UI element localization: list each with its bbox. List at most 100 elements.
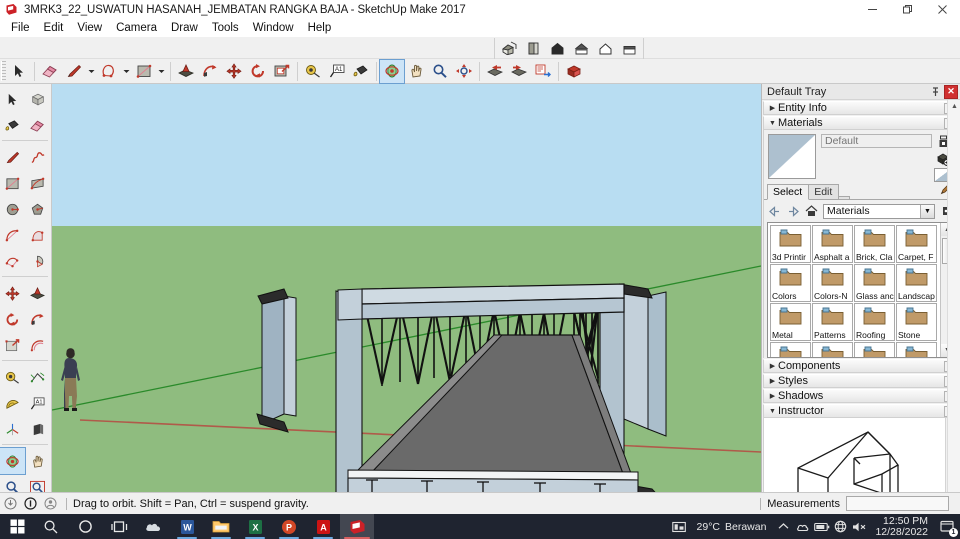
minimize-button[interactable]	[855, 0, 890, 19]
panel-components[interactable]: ▶ Components ✕	[763, 359, 959, 373]
material-folder-item[interactable]: Brick, Cla	[854, 225, 895, 263]
panel-shadows[interactable]: ▶ Shadows ✕	[763, 389, 959, 403]
chevron-down-icon[interactable]: ▼	[920, 204, 934, 218]
orbit-tool-icon[interactable]	[379, 58, 405, 84]
material-folder-item[interactable]: Asphalt a	[812, 225, 853, 263]
pin-icon[interactable]	[928, 85, 942, 99]
arc-tool-dropdown-icon[interactable]	[121, 60, 132, 83]
file-explorer-icon[interactable]	[204, 514, 238, 539]
rotate-tool-icon[interactable]	[246, 60, 270, 83]
left-view-icon[interactable]	[617, 39, 641, 59]
top-view-icon[interactable]	[521, 39, 545, 59]
zoom-tool-icon[interactable]	[428, 60, 452, 83]
geo-location-icon[interactable]	[0, 494, 20, 514]
move-tool-icon[interactable]	[222, 60, 246, 83]
back-arrow-icon[interactable]	[767, 203, 783, 219]
start-button-icon[interactable]	[0, 514, 34, 539]
line-tool-dropdown-icon[interactable]	[86, 60, 97, 83]
weather-widget[interactable]: 29°C Berawan	[689, 521, 775, 533]
material-folder-item[interactable]: Water	[854, 342, 895, 357]
menu-file[interactable]: File	[4, 21, 37, 35]
paint-bucket-tool-icon[interactable]	[0, 112, 25, 138]
move-tool-icon[interactable]	[0, 280, 25, 306]
offset-tool-icon[interactable]	[25, 332, 50, 358]
scale-tool-icon[interactable]	[0, 332, 25, 358]
right-view-icon[interactable]	[569, 39, 593, 59]
cortana-icon[interactable]	[68, 514, 102, 539]
menu-help[interactable]: Help	[301, 21, 339, 35]
3d-model-viewport[interactable]	[52, 84, 761, 492]
scroll-up-icon[interactable]: ▲	[948, 100, 960, 113]
menu-view[interactable]: View	[70, 21, 109, 35]
battery-report-icon[interactable]	[670, 514, 689, 539]
word-icon[interactable]: W	[170, 514, 204, 539]
rotated-rectangle-tool-icon[interactable]	[25, 170, 50, 196]
axes-tool-icon[interactable]	[0, 416, 25, 442]
line-tool-icon[interactable]	[0, 144, 25, 170]
material-folder-item[interactable]: Glass anc	[854, 264, 895, 302]
back-view-icon[interactable]	[593, 39, 617, 59]
rectangle-tool-icon[interactable]	[0, 170, 25, 196]
three-point-arc-tool-icon[interactable]	[0, 248, 25, 274]
select-tool-icon[interactable]	[0, 86, 25, 112]
dimension-tool-icon[interactable]	[25, 364, 50, 390]
account-icon[interactable]	[40, 494, 60, 514]
paint-bucket-tool-icon[interactable]	[349, 60, 373, 83]
material-folder-item[interactable]: Windows	[896, 342, 937, 357]
material-folder-item[interactable]: Patterns	[812, 303, 853, 341]
material-folder-item[interactable]: 3d Printir	[770, 225, 811, 263]
iso-view-icon[interactable]	[497, 39, 521, 59]
home-icon[interactable]	[803, 203, 819, 219]
material-library-select[interactable]: Materials ▼	[823, 203, 935, 219]
orbit-tool-icon[interactable]	[0, 447, 26, 475]
sketchup-icon[interactable]	[340, 514, 374, 539]
menu-tools[interactable]: Tools	[205, 21, 246, 35]
toolbar-grip[interactable]	[1, 61, 6, 81]
menu-edit[interactable]: Edit	[37, 21, 71, 35]
select-tool-icon[interactable]	[7, 60, 31, 83]
make-component-icon[interactable]	[25, 86, 50, 112]
credits-info-icon[interactable]	[20, 494, 40, 514]
pie-tool-icon[interactable]	[25, 248, 50, 274]
panel-materials[interactable]: ▼ Materials ✕	[763, 116, 959, 130]
pan-tool-icon[interactable]	[25, 448, 50, 474]
eraser-tool-icon[interactable]	[38, 60, 62, 83]
material-folder-item[interactable]: Stone	[896, 303, 937, 341]
material-folder-item[interactable]: Tile	[812, 342, 853, 357]
pan-tool-icon[interactable]	[404, 60, 428, 83]
print-icon[interactable]	[531, 60, 555, 83]
battery-icon[interactable]	[812, 514, 831, 539]
two-point-arc-tool-icon[interactable]	[25, 222, 50, 248]
followme-tool-icon[interactable]	[25, 306, 50, 332]
line-tool-icon[interactable]	[62, 60, 86, 83]
rotate-tool-icon[interactable]	[0, 306, 25, 332]
protractor-tool-icon[interactable]	[0, 390, 25, 416]
task-view-icon[interactable]	[102, 514, 136, 539]
front-view-icon[interactable]	[545, 39, 569, 59]
material-folder-item[interactable]: Landscap	[896, 264, 937, 302]
close-button[interactable]	[925, 0, 960, 19]
menu-camera[interactable]: Camera	[109, 21, 164, 35]
powerpoint-icon[interactable]: P	[272, 514, 306, 539]
pushpull-tool-icon[interactable]	[174, 60, 198, 83]
material-name-input[interactable]	[821, 134, 932, 148]
maximize-button[interactable]	[890, 0, 925, 19]
previous-view-icon[interactable]	[483, 60, 507, 83]
panel-styles[interactable]: ▶ Styles ✕	[763, 374, 959, 388]
text-tool-icon[interactable]: A1	[325, 60, 349, 83]
material-folder-item[interactable]: Synthetic	[770, 342, 811, 357]
tape-measure-tool-icon[interactable]	[301, 60, 325, 83]
tray-close-button[interactable]: ✕	[944, 84, 958, 99]
material-folder-item[interactable]: Colors	[770, 264, 811, 302]
excel-icon[interactable]: X	[238, 514, 272, 539]
text-tool-icon[interactable]: A1	[25, 390, 50, 416]
3d-warehouse-icon[interactable]	[562, 60, 586, 83]
forward-arrow-icon[interactable]	[785, 203, 801, 219]
arc-tool-icon[interactable]	[97, 60, 121, 83]
network-globe-icon[interactable]	[831, 514, 850, 539]
show-hidden-icons-icon[interactable]	[774, 514, 793, 539]
freehand-tool-icon[interactable]	[25, 144, 50, 170]
onedrive-icon[interactable]	[793, 514, 812, 539]
offset-tool-icon[interactable]	[270, 60, 294, 83]
menu-draw[interactable]: Draw	[164, 21, 205, 35]
